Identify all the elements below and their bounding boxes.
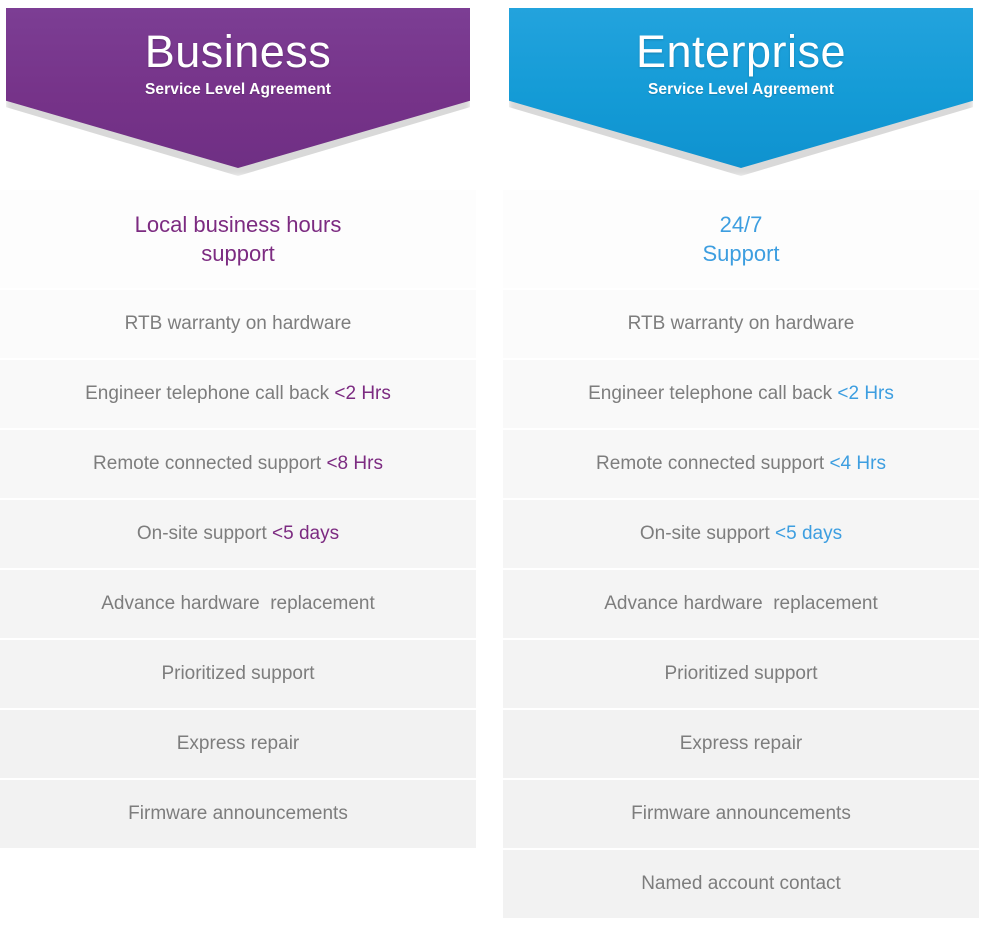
feature-row: Engineer telephone call back <2 Hrs (0, 360, 476, 430)
feature-label: Firmware announcements (631, 803, 851, 824)
plan-subtitle-enterprise: Service Level Agreement (647, 81, 835, 99)
feature-row: Firmware announcements (503, 780, 979, 850)
plan-banner-business: Business Service Level Agreement (0, 0, 476, 190)
feature-label: Engineer telephone call back (85, 383, 335, 404)
feature-row: Advance hardware replacement (0, 570, 476, 640)
feature-highlight: <8 Hrs (326, 453, 383, 474)
feature-label: Prioritized support (664, 663, 818, 684)
feature-highlight: <5 days (272, 523, 340, 544)
feature-row: RTB warranty on hardware (503, 290, 979, 360)
feature-list-business: Local business hours support RTB warrant… (0, 190, 476, 850)
plan-headline-text: Local business hours support (134, 211, 342, 266)
plan-title-business: Business (144, 26, 332, 77)
feature-highlight: <2 Hrs (837, 383, 894, 404)
plan-subtitle-business: Service Level Agreement (144, 81, 332, 99)
feature-row: Firmware announcements (0, 780, 476, 850)
feature-row: Remote connected support <4 Hrs (503, 430, 979, 500)
banner-chevron-business: Business Service Level Agreement (6, 8, 470, 168)
feature-label: Advance hardware replacement (101, 593, 375, 614)
feature-label: Named account contact (641, 873, 841, 894)
feature-label: Advance hardware replacement (604, 593, 878, 614)
feature-label: Remote connected support (596, 453, 830, 474)
feature-list-enterprise: 24/7 Support RTB warranty on hardware En… (503, 190, 979, 920)
feature-row: On-site support <5 days (0, 500, 476, 570)
feature-row: RTB warranty on hardware (0, 290, 476, 360)
plan-column-enterprise: Enterprise Service Level Agreement 24/7 … (503, 0, 979, 920)
sla-comparison-board: Business Service Level Agreement Local b… (0, 0, 981, 940)
feature-label: Express repair (176, 733, 300, 754)
plan-banner-enterprise: Enterprise Service Level Agreement (503, 0, 979, 190)
feature-label: Prioritized support (161, 663, 315, 684)
plan-title-enterprise: Enterprise (635, 26, 847, 77)
plan-headline-enterprise: 24/7 Support (503, 190, 979, 290)
feature-row: Express repair (0, 710, 476, 780)
feature-row: Advance hardware replacement (503, 570, 979, 640)
feature-label: Remote connected support (93, 453, 327, 474)
feature-label: RTB warranty on hardware (627, 313, 855, 334)
feature-row: Remote connected support <8 Hrs (0, 430, 476, 500)
feature-row: Prioritized support (503, 640, 979, 710)
feature-label: On-site support (639, 523, 776, 544)
feature-row: On-site support <5 days (503, 500, 979, 570)
banner-chevron-enterprise: Enterprise Service Level Agreement (509, 8, 973, 168)
feature-label: Engineer telephone call back (588, 383, 838, 404)
plan-headline-business: Local business hours support (0, 190, 476, 290)
feature-label: RTB warranty on hardware (124, 313, 352, 334)
feature-highlight: <5 days (775, 523, 843, 544)
feature-row: Prioritized support (0, 640, 476, 710)
feature-highlight: <2 Hrs (334, 383, 391, 404)
feature-label: Express repair (679, 733, 803, 754)
feature-row: Engineer telephone call back <2 Hrs (503, 360, 979, 430)
feature-label: Firmware announcements (128, 803, 348, 824)
feature-highlight: <4 Hrs (829, 453, 886, 474)
feature-row: Named account contact (503, 850, 979, 920)
feature-row: Express repair (503, 710, 979, 780)
plan-column-business: Business Service Level Agreement Local b… (0, 0, 476, 850)
plan-headline-text: 24/7 Support (702, 211, 780, 266)
feature-label: On-site support (136, 523, 273, 544)
